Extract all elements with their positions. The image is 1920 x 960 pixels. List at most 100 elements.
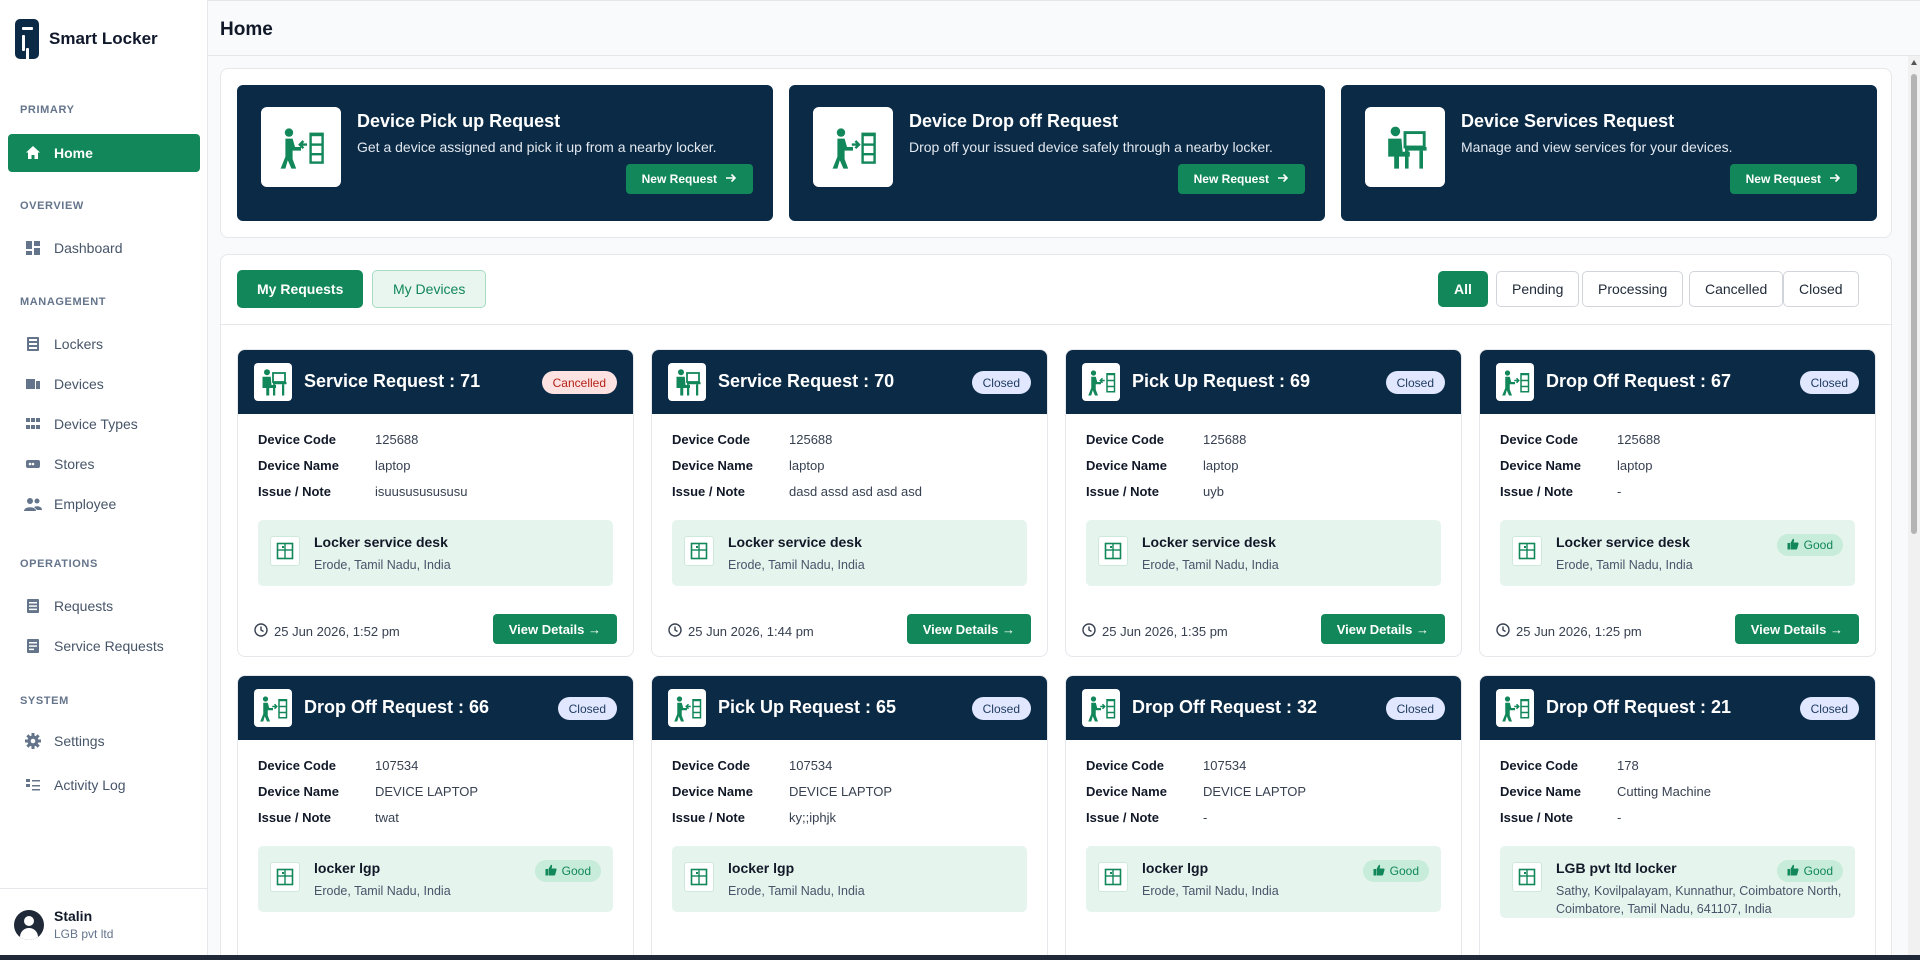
- sidebar-item-lockers[interactable]: Lockers: [0, 325, 208, 363]
- quick-action-desc: Drop off your issued device safely throu…: [909, 139, 1273, 155]
- filter-processing[interactable]: Processing: [1582, 271, 1684, 307]
- clock-icon: [254, 623, 268, 640]
- sidebar-item-requests[interactable]: Requests: [0, 587, 208, 625]
- filter-all[interactable]: All: [1438, 271, 1488, 307]
- app-name: Smart Locker: [49, 29, 158, 48]
- request-time-value: 25 Jun 2026, 1:35 pm: [1102, 624, 1228, 639]
- sidebar-item-device-types[interactable]: Device Types: [0, 405, 208, 443]
- request-card-header: Service Request : 70 Closed: [652, 350, 1047, 414]
- sidebar-item-employee[interactable]: Employee: [0, 485, 208, 523]
- requests-panel: My Requests My Devices All Pending Process…: [220, 254, 1892, 960]
- sidebar-item-label: Requests: [54, 598, 114, 614]
- device-code-row: Device Code 107534: [672, 758, 832, 773]
- sidebar-item-settings[interactable]: Settings: [0, 722, 208, 760]
- device-code-row: Device Code 107534: [258, 758, 418, 773]
- device-code-label: Device Code: [672, 432, 751, 447]
- scrollbar[interactable]: [1908, 56, 1920, 960]
- quick-action-desc: Get a device assigned and pick it up fro…: [357, 139, 717, 155]
- issue-note-label: Issue / Note: [1500, 484, 1573, 499]
- condition-badge: Good: [1776, 860, 1843, 882]
- new-request-button[interactable]: New Request: [1177, 164, 1305, 194]
- document-icon: [24, 637, 42, 655]
- locker-icon: [1512, 862, 1542, 892]
- page-title: Home: [220, 19, 273, 40]
- device-code-label: Device Code: [1500, 758, 1579, 773]
- employee-icon: [24, 495, 42, 513]
- thumbs-up-icon: [1787, 538, 1799, 553]
- device-name-label: Device Name: [258, 784, 339, 799]
- new-request-button[interactable]: New Request: [1729, 164, 1857, 194]
- device-name-value: Cutting Machine: [1617, 784, 1711, 799]
- tab-my-requests[interactable]: My Requests: [237, 270, 364, 308]
- sidebar-item-devices[interactable]: Devices: [0, 365, 208, 403]
- view-details-button[interactable]: View Details →: [906, 614, 1031, 644]
- tab-my-devices[interactable]: My Devices: [372, 270, 487, 308]
- store-icon: [24, 455, 42, 473]
- device-code-label: Device Code: [672, 758, 751, 773]
- locker-address: Erode, Tamil Nadu, India: [728, 884, 865, 898]
- status-badge: Closed: [971, 697, 1031, 720]
- device-code-value: 107534: [1203, 758, 1247, 773]
- sidebar-item-stores[interactable]: Stores: [0, 445, 208, 483]
- nav-section-system: SYSTEM: [20, 695, 69, 707]
- device-name-row: Device Name DEVICE LAPTOP: [1086, 784, 1306, 799]
- view-details-button[interactable]: View Details →: [1734, 614, 1859, 644]
- new-request-button[interactable]: New Request: [625, 164, 753, 194]
- sidebar-item-activity-log[interactable]: Activity Log: [0, 766, 208, 804]
- issue-note-label: Issue / Note: [672, 484, 745, 499]
- user-profile[interactable]: Stalin LGB pvt ltd: [0, 888, 208, 960]
- request-card-header: Drop Off Request : 21 Closed: [1480, 676, 1875, 740]
- sidebar-item-label: Stores: [54, 456, 95, 472]
- locker-address: Erode, Tamil Nadu, India: [1556, 558, 1693, 572]
- request-time: 25 Jun 2026, 1:25 pm: [1496, 623, 1642, 640]
- request-time: 25 Jun 2026, 1:52 pm: [254, 623, 400, 640]
- sidebar-item-service-requests[interactable]: Service Requests: [0, 627, 208, 665]
- device-code-row: Device Code 178: [1500, 758, 1639, 773]
- issue-note-row: Issue / Note ky;;iphjk: [672, 810, 836, 825]
- view-details-button[interactable]: View Details →: [492, 614, 617, 644]
- device-code-label: Device Code: [258, 758, 337, 773]
- request-title: Service Request : 71: [304, 371, 481, 391]
- filter-cancelled[interactable]: Cancelled: [1689, 271, 1784, 307]
- brand[interactable]: Smart Locker: [0, 0, 207, 78]
- request-title: Drop Off Request : 21: [1546, 697, 1732, 717]
- scroll-thumb[interactable]: [1911, 74, 1917, 534]
- condition-badge: Good: [1776, 534, 1843, 556]
- sidebar-item-label: Dashboard: [54, 240, 123, 256]
- locker-address: Sathy, Kovilpalayam, Kunnathur, Coimbato…: [1556, 884, 1842, 916]
- sidebar-item-home[interactable]: Home: [8, 134, 200, 172]
- quick-action-title: Device Pick up Request: [357, 111, 561, 131]
- nav-section-operations: OPERATIONS: [20, 558, 98, 570]
- device-code-value: 125688: [1203, 432, 1247, 447]
- sidebar-item-dashboard[interactable]: Dashboard: [0, 229, 208, 267]
- service-icon: [254, 363, 292, 401]
- issue-note-value: uyb: [1203, 484, 1224, 499]
- request-card: Drop Off Request : 32 Closed Device Code 10…: [1065, 675, 1462, 960]
- issue-note-label: Issue / Note: [258, 810, 331, 825]
- filter-pending[interactable]: Pending: [1496, 271, 1580, 307]
- request-card-header: Drop Off Request : 32 Closed: [1066, 676, 1461, 740]
- locker-icon: [684, 862, 714, 892]
- home-icon: [24, 144, 42, 162]
- device-code-value: 125688: [789, 432, 833, 447]
- request-card: Service Request : 71 Cancelled Device Code…: [237, 349, 634, 657]
- device-code-row: Device Code 107534: [1086, 758, 1246, 773]
- locker-address: Erode, Tamil Nadu, India: [1142, 884, 1279, 898]
- device-name-row: Device Name laptop: [672, 458, 824, 473]
- sidebar-item-label: Activity Log: [54, 777, 126, 793]
- status-badge: Closed: [1385, 697, 1445, 720]
- avatar-icon: [14, 909, 44, 940]
- scroll-up-icon[interactable]: [1911, 60, 1917, 65]
- clock-icon: [668, 623, 682, 640]
- grid-icon: [24, 415, 42, 433]
- sidebar-item-label: Home: [54, 145, 93, 161]
- new-request-label: New Request: [1193, 172, 1269, 186]
- user-org: LGB pvt ltd: [54, 927, 114, 941]
- arrow-right-icon: [1829, 172, 1841, 187]
- request-card: Drop Off Request : 67 Closed Device Code 12…: [1479, 349, 1876, 657]
- view-details-button[interactable]: View Details →: [1320, 614, 1445, 644]
- issue-note-row: Issue / Note -: [1500, 484, 1621, 499]
- devices-icon: [24, 375, 42, 393]
- locker-name: LGB pvt ltd locker: [1556, 860, 1677, 876]
- filter-closed[interactable]: Closed: [1783, 271, 1859, 307]
